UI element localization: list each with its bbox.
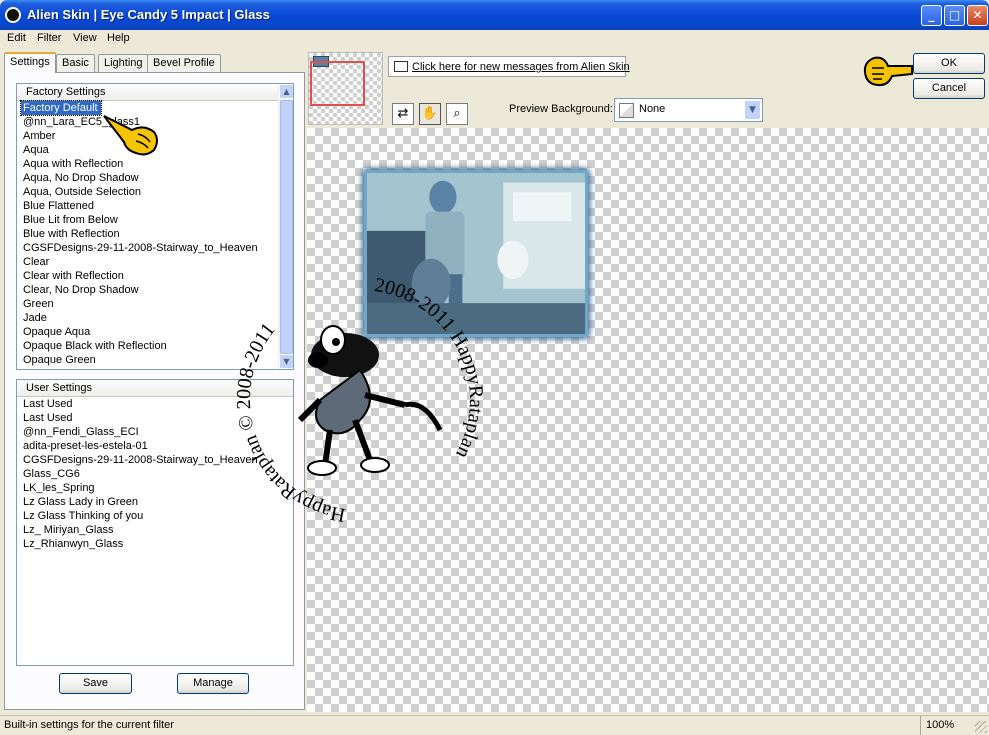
- ok-button[interactable]: OK: [913, 53, 985, 74]
- save-button[interactable]: Save: [59, 673, 132, 694]
- manage-button[interactable]: Manage: [177, 673, 249, 694]
- svg-text:2008-2011 HappyRataplan: 2008-2011 HappyRataplan: [373, 274, 487, 462]
- background-swatch-icon: [619, 103, 634, 118]
- cancel-button[interactable]: Cancel: [913, 78, 985, 99]
- zoom-tool-icon[interactable]: ⌕: [446, 103, 468, 125]
- chevron-down-icon[interactable]: ▼: [744, 100, 761, 120]
- menu-edit[interactable]: Edit: [7, 32, 26, 44]
- factory-preset-item[interactable]: Clear: [17, 255, 293, 269]
- factory-preset-item[interactable]: CGSFDesigns-29-11-2008-Stairway_to_Heave…: [17, 241, 293, 255]
- title-bar: Alien Skin | Eye Candy 5 Impact | Glass …: [0, 0, 989, 30]
- preview-navigator[interactable]: [308, 52, 383, 125]
- watermark-text-top: 2008-2011 HappyRataplan: [373, 274, 487, 462]
- messages-link[interactable]: Click here for new messages from Alien S…: [412, 61, 630, 73]
- factory-preset-item[interactable]: Aqua, No Drop Shadow: [17, 171, 293, 185]
- factory-preset-item[interactable]: Aqua, Outside Selection: [17, 185, 293, 199]
- menu-bar: Edit Filter View Help: [0, 30, 989, 48]
- tab-bevel-profile[interactable]: Bevel Profile: [147, 54, 221, 72]
- compare-tool-icon[interactable]: ⇄: [392, 103, 414, 125]
- scroll-up-arrow-icon[interactable]: ▲: [279, 84, 293, 99]
- messages-banner[interactable]: Click here for new messages from Alien S…: [388, 56, 630, 77]
- close-button[interactable]: ✕: [967, 5, 988, 26]
- tab-settings[interactable]: Settings: [4, 52, 56, 73]
- factory-preset-item[interactable]: Blue Flattened: [17, 199, 293, 213]
- navigator-view-frame[interactable]: [310, 61, 365, 106]
- pointing-hand-icon: [103, 115, 158, 156]
- factory-preset-item[interactable]: Blue Lit from Below: [17, 213, 293, 227]
- status-text: Built-in settings for the current filter: [4, 719, 174, 731]
- zoom-level: 100%: [920, 716, 968, 735]
- preview-background-value: None: [639, 103, 666, 115]
- minimize-button[interactable]: _: [921, 5, 942, 26]
- tab-lighting[interactable]: Lighting: [98, 54, 149, 72]
- factory-default-item[interactable]: Factory Default: [20, 100, 102, 116]
- preview-background-label: Preview Background:: [509, 103, 613, 115]
- factory-preset-item[interactable]: Blue with Reflection: [17, 227, 293, 241]
- cartoon-dog-icon: [297, 325, 443, 476]
- menu-filter[interactable]: Filter: [37, 32, 61, 44]
- factory-settings-header: Factory Settings: [17, 84, 293, 101]
- window-title: Alien Skin | Eye Candy 5 Impact | Glass: [27, 7, 270, 22]
- resize-grip-icon[interactable]: [975, 721, 987, 733]
- status-bar: Built-in settings for the current filter…: [0, 715, 989, 735]
- message-icon: [394, 61, 408, 72]
- factory-preset-item[interactable]: Aqua with Reflection: [17, 157, 293, 171]
- tab-basic[interactable]: Basic: [56, 54, 95, 72]
- happyrataplan-watermark: 2008-2011 HappyRataplan HappyRataplan © …: [233, 274, 487, 526]
- menu-help[interactable]: Help: [107, 32, 130, 44]
- maximize-button[interactable]: □: [944, 5, 965, 26]
- preview-background-select[interactable]: None ▼: [614, 98, 763, 122]
- pointing-hand-ok-icon: [863, 56, 913, 87]
- menu-view[interactable]: View: [73, 32, 97, 44]
- alien-skin-app-icon: [5, 7, 21, 23]
- hand-tool-icon[interactable]: ✋: [419, 103, 441, 125]
